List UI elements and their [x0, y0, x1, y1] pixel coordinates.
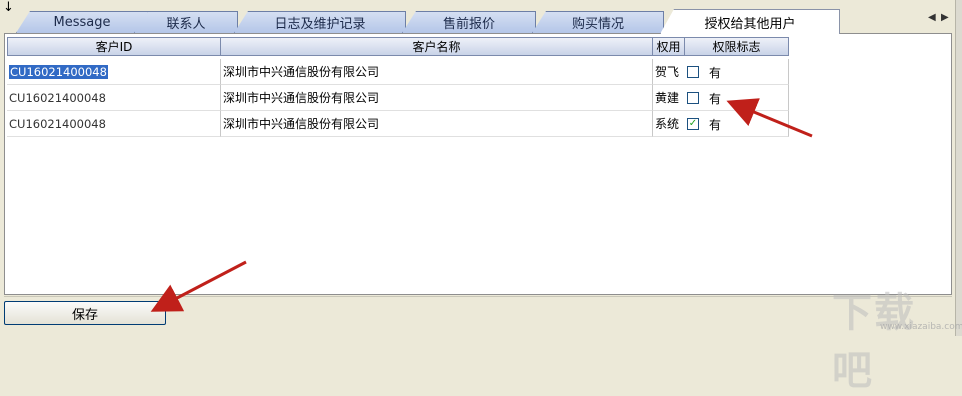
- customer-id-cell: CU16021400048: [7, 59, 221, 85]
- checkmark-icon: ✓: [688, 118, 698, 129]
- customer-name-cell: 深圳市中兴通信股份有限公司: [221, 111, 653, 137]
- user-name: 系统: [655, 117, 680, 131]
- tab-message[interactable]: Message: [16, 11, 148, 33]
- scroll-right-icon[interactable]: ▶: [941, 12, 949, 23]
- authority-checkbox[interactable]: [687, 92, 699, 104]
- tab-label: 购买情况: [571, 17, 624, 32]
- tab-label: 售前报价: [442, 17, 495, 32]
- right-scrollbar[interactable]: [955, 0, 962, 336]
- watermark-url: www.xiazaiba.com: [880, 322, 962, 332]
- table-row[interactable]: CU16021400048 深圳市中兴通信股份有限公司 贺飞 有: [7, 59, 789, 85]
- column-header-customer-id[interactable]: 客户ID: [7, 37, 221, 56]
- table-row[interactable]: CU16021400048 深圳市中兴通信股份有限公司 系统 ✓ 有: [7, 111, 789, 137]
- authority-flag-text: 有: [709, 117, 722, 132]
- authority-flag-text: 有: [709, 91, 722, 106]
- customer-name-cell: 深圳市中兴通信股份有限公司: [221, 59, 653, 85]
- app-window: ↓ Message 联系人 日志及维护记录 售前报价 购买情况 授权给其他用户 …: [0, 0, 962, 394]
- grid-panel: 客户ID 客户名称 权用 权限标志 CU16021400048 深圳市中兴通信股…: [4, 33, 952, 295]
- tab-label: Message: [53, 15, 111, 30]
- authority-flag-text: 有: [709, 65, 722, 80]
- authority-checkbox[interactable]: ✓: [687, 118, 699, 130]
- tab-logs[interactable]: 日志及维护记录: [234, 11, 406, 33]
- tab-presale-quote[interactable]: 售前报价: [402, 11, 536, 33]
- column-header-authority-flag[interactable]: 权限标志: [685, 37, 789, 56]
- tab-purchases[interactable]: 购买情况: [532, 11, 664, 33]
- tab-authorize-users[interactable]: 授权给其他用户: [660, 9, 840, 34]
- tab-contacts[interactable]: 联系人: [134, 11, 238, 33]
- user-name: 贺飞: [655, 65, 680, 79]
- column-header-customer-name[interactable]: 客户名称: [221, 37, 653, 56]
- column-header-authority[interactable]: 权用: [653, 37, 685, 56]
- customer-id-cell: CU16021400048: [7, 111, 221, 137]
- user-name: 黄建: [655, 91, 680, 105]
- scroll-left-icon[interactable]: ◀: [928, 12, 936, 23]
- customer-id-value: CU16021400048: [9, 64, 108, 79]
- tab-label: 联系人: [166, 17, 206, 32]
- tab-label: 授权给其他用户: [704, 16, 796, 32]
- customer-name-cell: 深圳市中兴通信股份有限公司: [221, 85, 653, 111]
- table-row[interactable]: CU16021400048 深圳市中兴通信股份有限公司 黄建 有: [7, 85, 789, 111]
- tab-strip: ↓ Message 联系人 日志及维护记录 售前报价 购买情况 授权给其他用户 …: [0, 0, 962, 34]
- tab-label: 日志及维护记录: [274, 17, 366, 32]
- customer-id-cell: CU16021400048: [7, 85, 221, 111]
- save-button[interactable]: 保存: [4, 301, 166, 325]
- down-arrow-icon: ↓: [3, 0, 14, 15]
- authority-checkbox[interactable]: [687, 66, 699, 78]
